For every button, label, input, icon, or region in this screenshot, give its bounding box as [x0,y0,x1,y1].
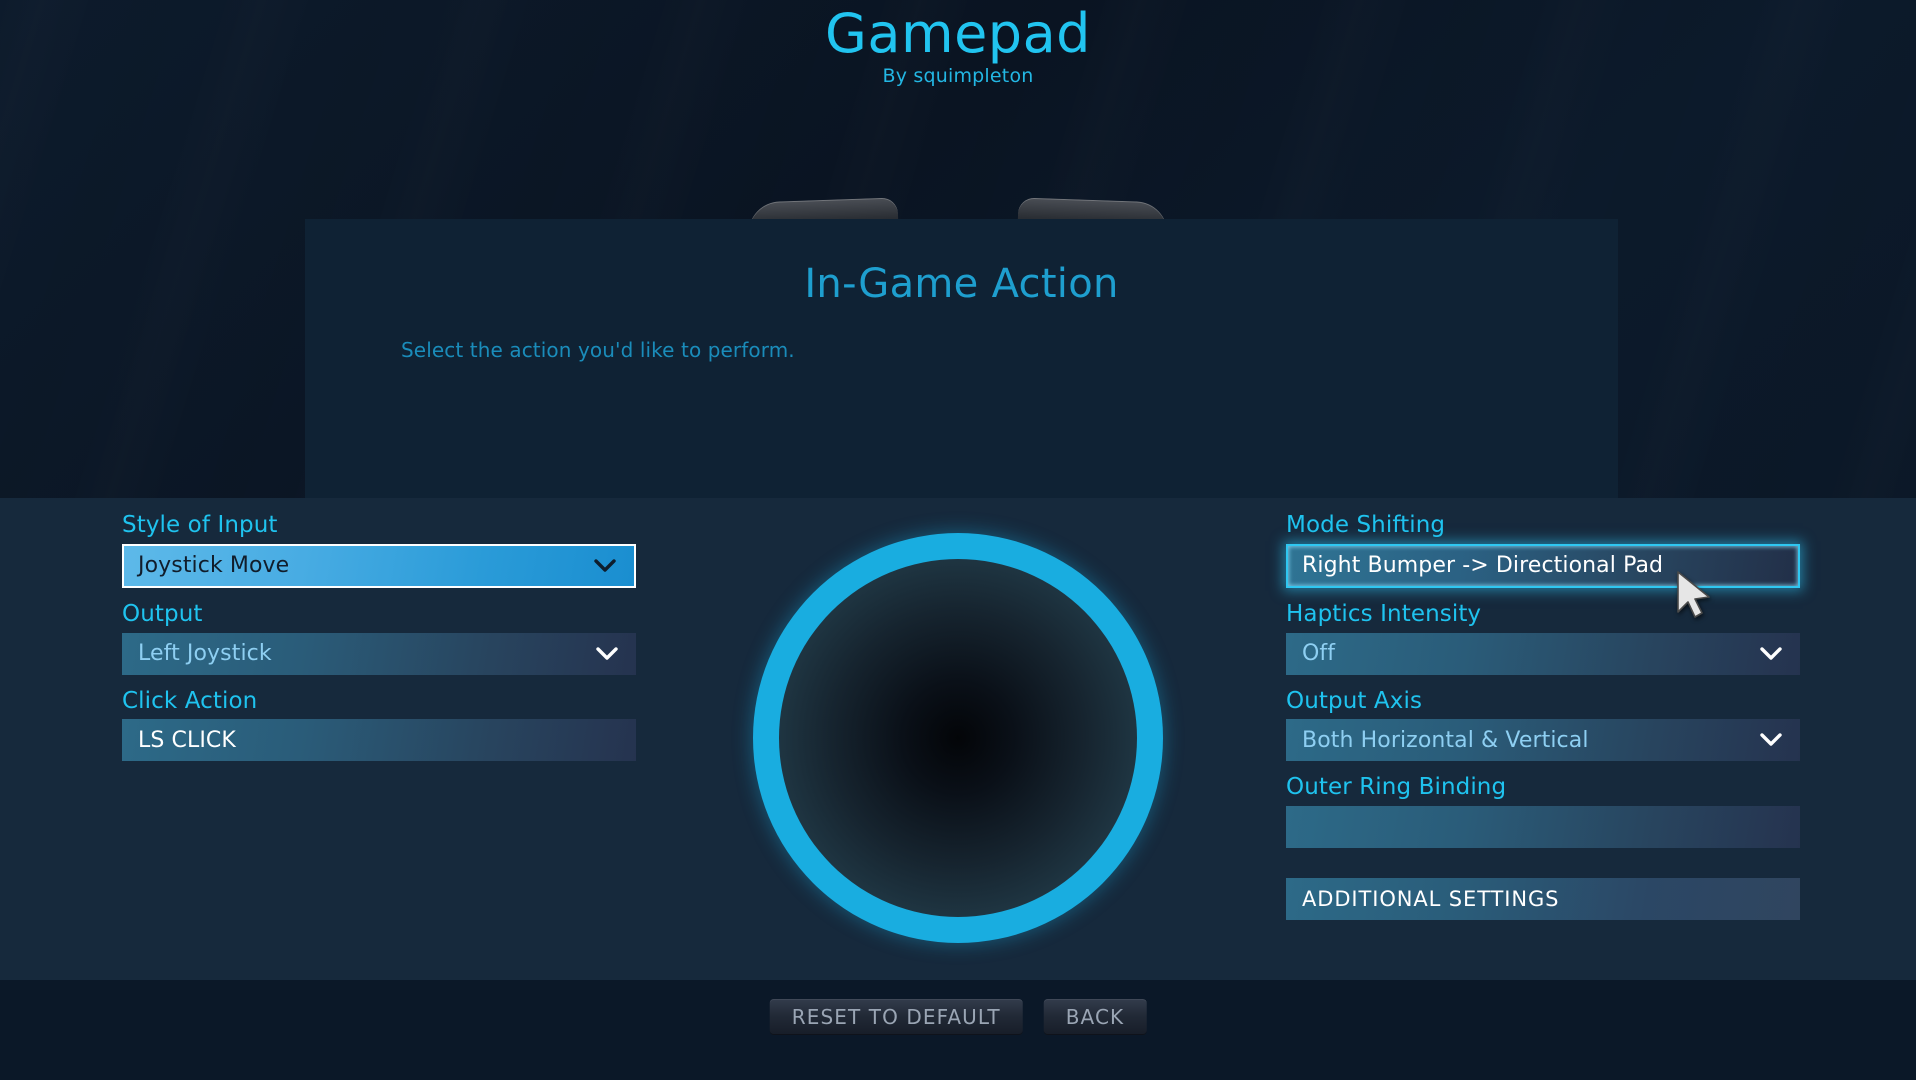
click-action-field[interactable]: LS CLICK [122,719,636,762]
mode-shifting-value: Right Bumper -> Directional Pad [1302,553,1664,579]
haptics-intensity-value: Off [1302,641,1336,666]
footer-bar: RESET TO DEFAULT BACK [0,980,1916,1080]
chevron-down-icon [594,559,616,573]
back-label: BACK [1065,1005,1125,1029]
output-dropdown[interactable]: Left Joystick [122,632,636,675]
output-label: Output [122,600,203,627]
click-action-value: LS CLICK [138,727,236,753]
back-button[interactable]: BACK [1043,999,1147,1035]
output-axis-value: Both Horizontal & Vertical [1302,727,1589,753]
outer-ring-binding-field[interactable] [1286,806,1800,848]
chevron-down-icon [596,646,618,661]
in-game-action-panel: In-Game Action Select the action you'd l… [305,219,1618,498]
app-header: Gamepad By squimpleton [0,0,1916,87]
chevron-down-icon [1760,733,1782,747]
footer-button-group: RESET TO DEFAULT BACK [769,999,1147,1035]
haptics-intensity-label: Haptics Intensity [1286,600,1482,627]
panel-title: In-Game Action [804,261,1119,307]
app-title: Gamepad [825,2,1091,65]
output-axis-dropdown[interactable]: Both Horizontal & Vertical [1286,719,1800,762]
reset-to-default-label: RESET TO DEFAULT [791,1005,1001,1029]
output-axis-label: Output Axis [1286,687,1423,714]
reset-to-default-button[interactable]: RESET TO DEFAULT [769,999,1023,1035]
haptics-intensity-dropdown[interactable]: Off [1286,632,1800,675]
additional-settings-button[interactable]: ADDITIONAL SETTINGS [1286,878,1800,920]
gamepad-config-screen: Gamepad By squimpleton In-Game Action Se… [0,0,1916,1080]
click-action-label: Click Action [122,687,258,714]
mode-shifting-label: Mode Shifting [1286,512,1446,538]
right-settings-column: Mode Shifting Right Bumper -> Directiona… [1286,511,1800,920]
output-value: Left Joystick [138,641,272,666]
mode-shifting-field[interactable]: Right Bumper -> Directional Pad [1286,543,1800,588]
left-settings-column: Style of Input Joystick Move Output Left… [122,511,636,773]
joystick-inner-area [779,559,1137,917]
panel-subtitle: Select the action you'd like to perform. [401,338,795,362]
chevron-down-icon [1760,646,1782,661]
additional-settings-label: ADDITIONAL SETTINGS [1302,887,1560,911]
outer-ring-binding-label: Outer Ring Binding [1286,774,1507,801]
style-of-input-label: Style of Input [122,512,278,538]
app-author-subtitle: By squimpleton [882,64,1034,87]
style-of-input-value: Joystick Move [138,553,290,579]
joystick-preview[interactable] [753,533,1163,943]
style-of-input-dropdown[interactable]: Joystick Move [122,543,636,588]
